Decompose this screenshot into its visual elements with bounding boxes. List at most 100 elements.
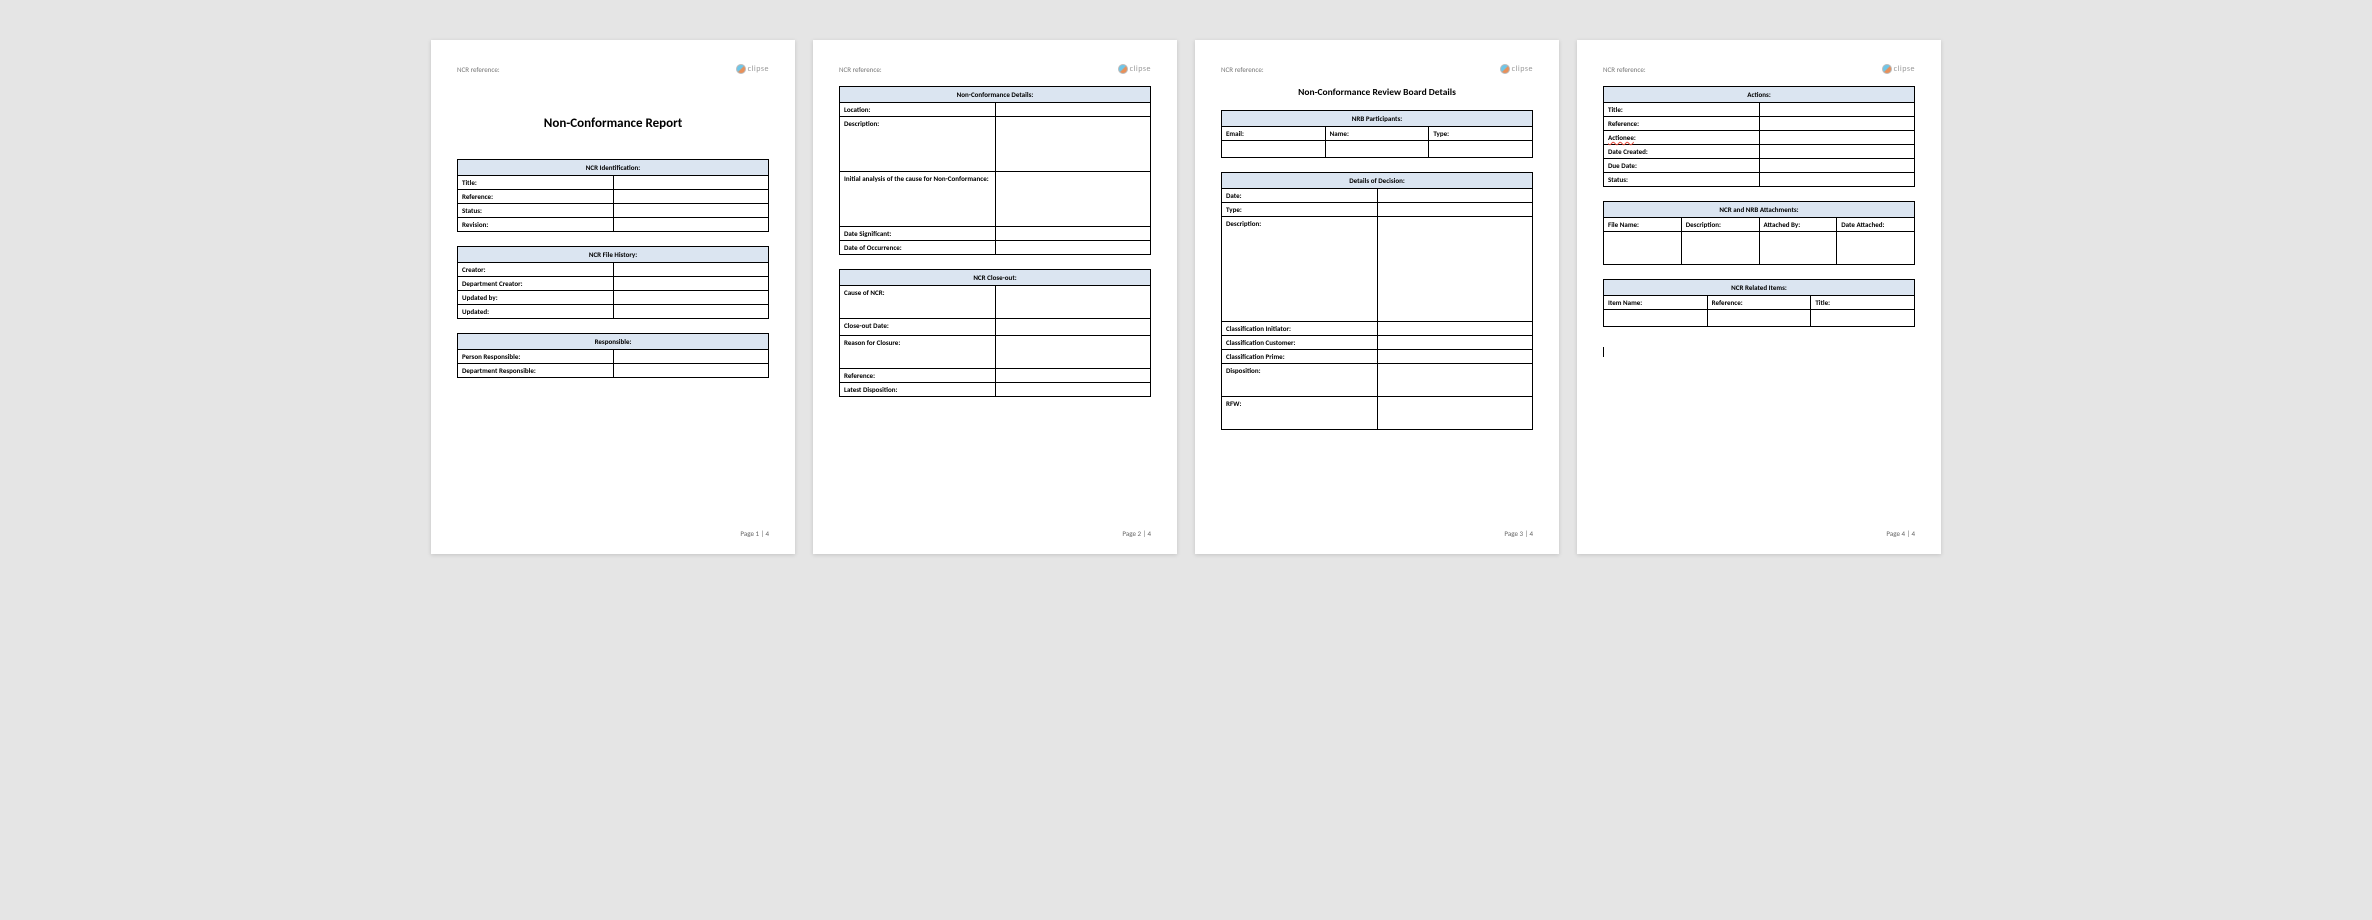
section-header: NCR Close-out: — [840, 270, 1151, 286]
table-cell — [1681, 232, 1759, 265]
page-header: NCR reference: clipse — [457, 62, 769, 76]
field-label-actionee: Actionee: — [1604, 131, 1760, 145]
field-label: Classification Initiator: — [1222, 322, 1378, 336]
field-value — [613, 277, 769, 291]
page-header: NCR reference: clipse — [1221, 62, 1533, 76]
responsible-table: Responsible: Person Responsible: Departm… — [457, 333, 769, 378]
page-header: NCR reference: clipse — [839, 62, 1151, 76]
column-header: Title: — [1811, 296, 1915, 310]
field-label: Type: — [1222, 203, 1378, 217]
actions-table: Actions: Title: Reference: Actionee: Dat… — [1603, 86, 1915, 187]
field-value — [995, 103, 1151, 117]
section-header: Details of Decision: — [1222, 173, 1533, 189]
related-items-table: NCR Related Items: Item Name: Reference:… — [1603, 279, 1915, 327]
table-cell — [1325, 141, 1429, 158]
logo-icon — [1500, 64, 1510, 74]
field-value — [995, 172, 1151, 227]
eclipse-logo: clipse — [736, 64, 769, 74]
field-value — [1759, 131, 1915, 145]
ncr-reference-label: NCR reference: — [1603, 65, 1646, 74]
page-4: NCR reference: clipse Actions: Title: Re… — [1577, 40, 1941, 554]
field-value — [1377, 350, 1533, 364]
table-cell — [1222, 141, 1326, 158]
ncr-close-out-table: NCR Close-out: Cause of NCR: Close-out D… — [839, 269, 1151, 397]
field-label: Person Responsible: — [458, 350, 614, 364]
column-header: Attached By: — [1759, 218, 1837, 232]
field-label: Date of Occurrence: — [840, 241, 996, 255]
field-value — [995, 227, 1151, 241]
field-label: Initial analysis of the cause for Non-Co… — [840, 172, 996, 227]
field-label: Classification Customer: — [1222, 336, 1378, 350]
field-value — [1759, 159, 1915, 173]
field-value — [1759, 117, 1915, 131]
logo-icon — [1118, 64, 1128, 74]
field-label: Department Responsible: — [458, 364, 614, 378]
page-footer: Page 3 | 4 — [1504, 529, 1533, 538]
section-header: NCR Related Items: — [1604, 280, 1915, 296]
column-header: Email: — [1222, 127, 1326, 141]
field-label: Cause of NCR: — [840, 286, 996, 319]
spellcheck-squiggle: Actionee — [1608, 133, 1634, 142]
column-header: File Name: — [1604, 218, 1682, 232]
field-label: Title: — [458, 176, 614, 190]
non-conformance-details-table: Non-Conformance Details: Location: Descr… — [839, 86, 1151, 255]
field-label: Date Significant: — [840, 227, 996, 241]
field-label: Reference: — [840, 369, 996, 383]
text-cursor-area[interactable] — [1603, 347, 1915, 357]
field-value — [1377, 203, 1533, 217]
field-value — [613, 364, 769, 378]
details-of-decision-table: Details of Decision: Date: Type: Descrip… — [1221, 172, 1533, 430]
section-header: Actions: — [1604, 87, 1915, 103]
field-label: Updated: — [458, 305, 614, 319]
table-cell — [1604, 232, 1682, 265]
table-cell — [1811, 310, 1915, 327]
field-label: Reference: — [1604, 117, 1760, 131]
field-value — [995, 117, 1151, 172]
page-footer: Page 2 | 4 — [1122, 529, 1151, 538]
column-header: Date Attached: — [1837, 218, 1915, 232]
field-label: Revision: — [458, 218, 614, 232]
field-label: Status: — [1604, 173, 1760, 187]
logo-text: clipse — [1512, 64, 1533, 74]
ncr-reference-label: NCR reference: — [457, 65, 500, 74]
ncr-reference-label: NCR reference: — [839, 65, 882, 74]
column-header: Type: — [1429, 127, 1533, 141]
field-label: Reference: — [458, 190, 614, 204]
field-label: Latest Disposition: — [840, 383, 996, 397]
field-value — [613, 305, 769, 319]
field-value — [1759, 103, 1915, 117]
field-value — [613, 350, 769, 364]
field-label: Status: — [458, 204, 614, 218]
field-label: Description: — [840, 117, 996, 172]
ncr-reference-label: NCR reference: — [1221, 65, 1264, 74]
field-value — [995, 319, 1151, 336]
field-label: Classification Prime: — [1222, 350, 1378, 364]
field-label: Reason for Closure: — [840, 336, 996, 369]
field-value — [613, 204, 769, 218]
logo-text: clipse — [1894, 64, 1915, 74]
section-header: NCR and NRB Attachments: — [1604, 202, 1915, 218]
section-header: NRB Participants: — [1222, 111, 1533, 127]
field-label: Disposition: — [1222, 364, 1378, 397]
field-value — [1377, 364, 1533, 397]
page-header: NCR reference: clipse — [1603, 62, 1915, 76]
page-1: NCR reference: clipse Non-Conformance Re… — [431, 40, 795, 554]
table-cell — [1837, 232, 1915, 265]
field-value — [995, 369, 1151, 383]
table-cell — [1759, 232, 1837, 265]
page-2: NCR reference: clipse Non-Conformance De… — [813, 40, 1177, 554]
text-cursor-icon — [1603, 347, 1604, 357]
field-label: Department Creator: — [458, 277, 614, 291]
column-header: Description: — [1681, 218, 1759, 232]
field-value — [613, 190, 769, 204]
field-value — [1759, 145, 1915, 159]
field-value — [995, 383, 1151, 397]
table-cell — [1429, 141, 1533, 158]
field-label: Description: — [1222, 217, 1378, 322]
field-label: Close-out Date: — [840, 319, 996, 336]
field-value — [1377, 336, 1533, 350]
eclipse-logo: clipse — [1882, 64, 1915, 74]
field-label: Due Date: — [1604, 159, 1760, 173]
eclipse-logo: clipse — [1118, 64, 1151, 74]
section-header: Responsible: — [458, 334, 769, 350]
